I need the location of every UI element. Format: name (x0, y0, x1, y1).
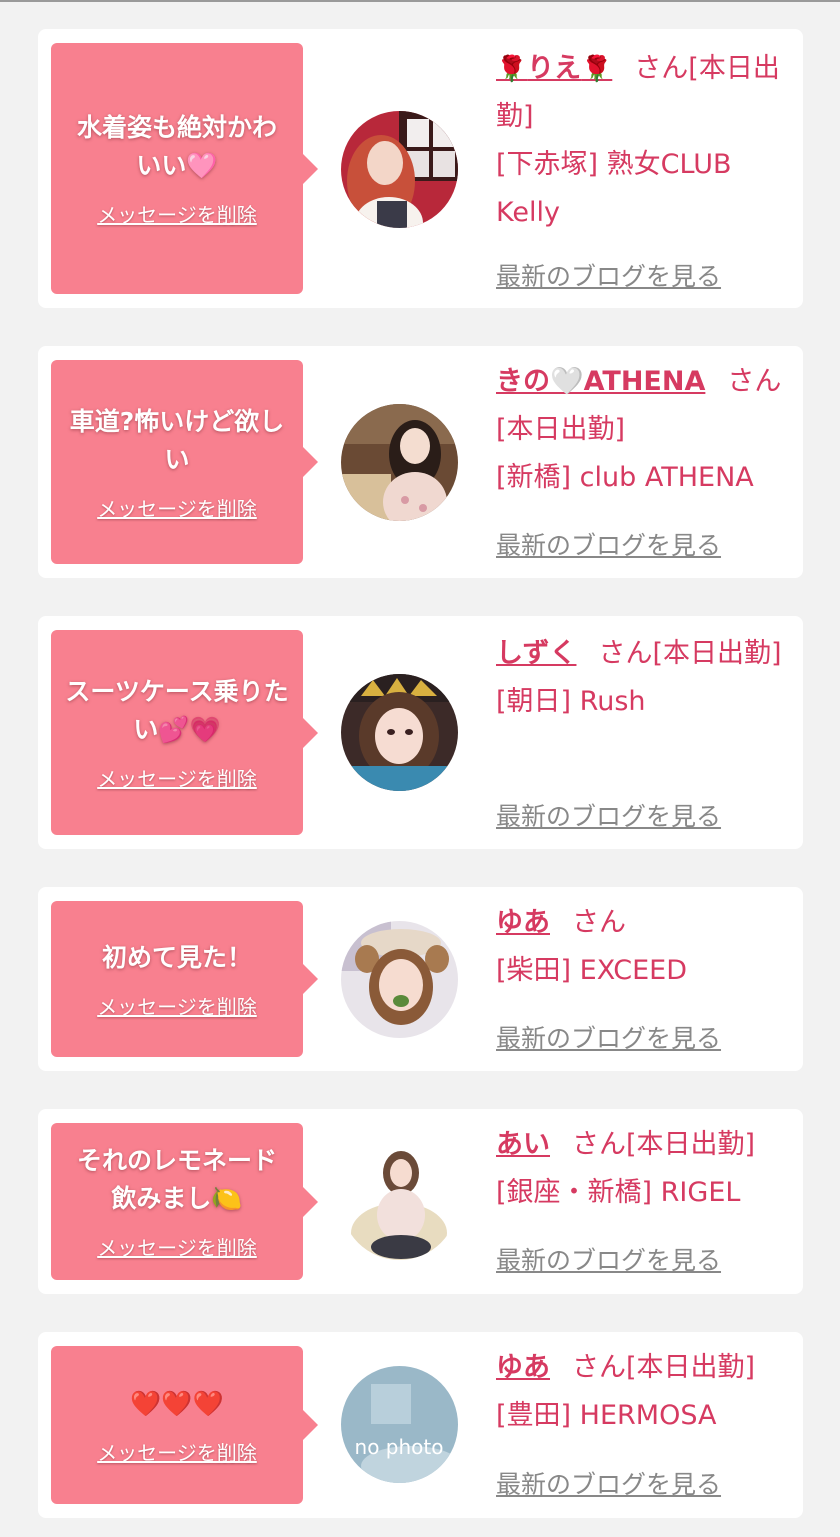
area-text: [朝日] (496, 686, 572, 717)
cast-name-link[interactable]: あい (496, 1129, 550, 1160)
cast-info: きの🤍ATHENA さん [本日出勤] [新橋] club ATHENA (496, 358, 786, 502)
cast-info: ゆあ さん[本日出勤] [豊田] HERMOSA (496, 1344, 786, 1440)
no-photo-text: no photo (355, 1435, 444, 1459)
message-bubble: 水着姿も絶対かわいい🩷 メッセージを削除 (51, 43, 318, 294)
cast-info: あい さん[本日出勤] [銀座・新橋] RIGEL (496, 1121, 786, 1217)
cast-avatar[interactable]: no photo (341, 1366, 458, 1483)
message-card: 初めて見た！ メッセージを削除 ゆあ さん [柴田] EXCEED 最新のブログを… (38, 887, 803, 1071)
status-text: [本日出勤] (626, 1129, 756, 1160)
shop-name: Rush (579, 686, 646, 717)
message-text: 初めて見た！ (101, 942, 252, 972)
message-card: 水着姿も絶対かわいい🩷 メッセージを削除 🌹りえ🌹 さん[本日出勤] [下赤塚] … (38, 29, 803, 308)
message-card: スーツケース乗りたい💕💗 メッセージを削除 しずく さん[本日出勤] [朝日] R… (38, 616, 803, 849)
honorific: さん (572, 907, 626, 938)
cast-name-link[interactable]: 🌹りえ🌹 (496, 53, 612, 84)
message-card: それのレモネード飲みまし🍋 メッセージを削除 あい さん[本日出勤] [銀座・新橋… (38, 1109, 803, 1294)
cast-avatar[interactable] (341, 1143, 458, 1260)
message-text: ❤️❤️❤️ (130, 1388, 224, 1418)
delete-message-link[interactable]: メッセージを削除 (97, 1437, 257, 1466)
honorific: さん (572, 1129, 626, 1160)
area-text: [新橋] (496, 462, 572, 493)
shop-name: HERMOSA (579, 1400, 717, 1431)
cast-name-link[interactable]: きの🤍ATHENA (496, 366, 705, 397)
view-blog-link[interactable]: 最新のブログを見る (496, 1241, 721, 1277)
cast-avatar[interactable] (341, 674, 458, 791)
cast-info: 🌹りえ🌹 さん[本日出勤] [下赤塚] 熟女CLUB Kelly (496, 45, 786, 237)
view-blog-link[interactable]: 最新のブログを見る (496, 797, 721, 833)
shop-name: club ATHENA (579, 462, 754, 493)
cast-info: しずく さん[本日出勤] [朝日] Rush (496, 630, 786, 726)
message-text: スーツケース乗りたい💕💗 (65, 677, 289, 744)
status-text: [本日出勤] (652, 638, 782, 669)
honorific: さん (634, 53, 689, 84)
area-text: [豊田] (496, 1400, 572, 1431)
message-bubble: ❤️❤️❤️ メッセージを削除 (51, 1346, 318, 1504)
message-text: 水着姿も絶対かわいい🩷 (76, 113, 277, 180)
status-text: [本日出勤] (496, 414, 626, 445)
area-text: [銀座・新橋] (496, 1177, 653, 1208)
delete-message-link[interactable]: メッセージを削除 (97, 199, 257, 228)
cast-avatar[interactable] (341, 111, 458, 228)
message-bubble: 車道?怖いけど欲しい メッセージを削除 (51, 360, 318, 564)
delete-message-link[interactable]: メッセージを削除 (97, 493, 257, 522)
cast-avatar[interactable] (341, 921, 458, 1038)
shop-name: EXCEED (579, 955, 688, 986)
message-bubble: 初めて見た！ メッセージを削除 (51, 901, 318, 1057)
cast-name-link[interactable]: ゆあ (496, 907, 550, 938)
honorific: さん (727, 366, 782, 397)
cast-name: りえ (527, 53, 582, 84)
honorific: さん (598, 638, 653, 669)
view-blog-link[interactable]: 最新のブログを見る (496, 526, 721, 562)
honorific: さん (572, 1352, 626, 1383)
message-text: 車道?怖いけど欲しい (69, 406, 285, 474)
shop-name: RIGEL (660, 1177, 741, 1208)
view-blog-link[interactable]: 最新のブログを見る (496, 257, 721, 293)
cast-name-link[interactable]: しずく (496, 638, 576, 669)
area-text: [柴田] (496, 955, 572, 986)
delete-message-link[interactable]: メッセージを削除 (97, 1232, 257, 1261)
area-text: [下赤塚] (496, 149, 599, 180)
view-blog-link[interactable]: 最新のブログを見る (496, 1019, 721, 1055)
delete-message-link[interactable]: メッセージを削除 (97, 991, 257, 1020)
cast-info: ゆあ さん [柴田] EXCEED (496, 899, 786, 995)
view-blog-link[interactable]: 最新のブログを見る (496, 1465, 721, 1501)
cast-name-link[interactable]: ゆあ (496, 1352, 550, 1383)
delete-message-link[interactable]: メッセージを削除 (97, 763, 257, 792)
message-text: それのレモネード飲みまし🍋 (76, 1146, 277, 1213)
rose-icon: 🌹 (581, 54, 613, 83)
message-card: ❤️❤️❤️ メッセージを削除 no photo ゆあ さん[本日出勤] [豊田]… (38, 1332, 803, 1518)
message-bubble: それのレモネード飲みまし🍋 メッセージを削除 (51, 1123, 318, 1280)
status-text: [本日出勤] (626, 1352, 756, 1383)
message-card: 車道?怖いけど欲しい メッセージを削除 きの🤍ATHENA さん [本日出勤] [新… (38, 346, 803, 578)
message-bubble: スーツケース乗りたい💕💗 メッセージを削除 (51, 630, 318, 835)
cast-avatar[interactable] (341, 404, 458, 521)
rose-icon: 🌹 (496, 54, 528, 83)
